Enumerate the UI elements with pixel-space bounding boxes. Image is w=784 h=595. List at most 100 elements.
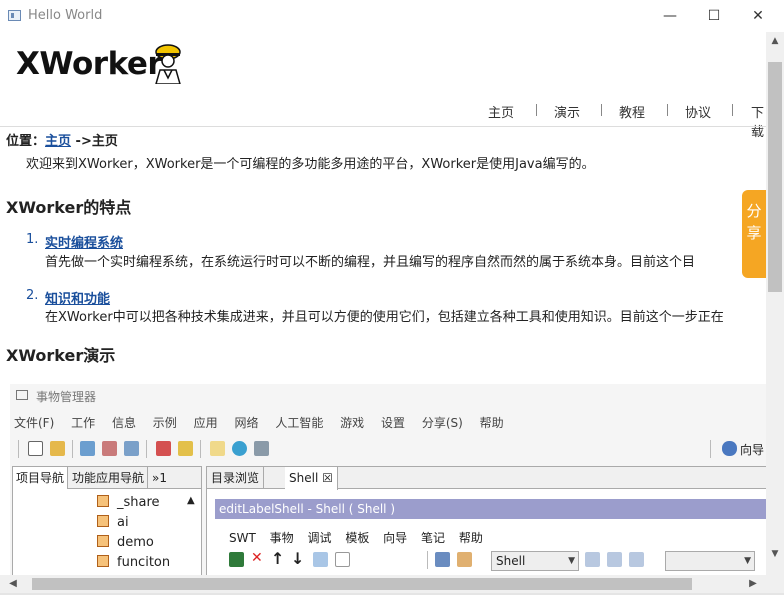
shell-menu-debug[interactable]: 调试: [307, 531, 331, 545]
toolbar-separator: [146, 440, 147, 458]
horizontal-scrollbar[interactable]: ◀ ▶: [0, 575, 766, 593]
intro-text: 欢迎来到XWorker，XWorker是一个可编程的多功能多用途的平台，XWor…: [26, 157, 595, 172]
tab-overflow[interactable]: »1: [149, 467, 170, 489]
nav-demo[interactable]: 演示: [554, 102, 580, 121]
document-icon[interactable]: [335, 552, 350, 567]
top-nav: 主页 演示 教程 协议 下载: [470, 102, 766, 140]
menu-examples[interactable]: 示例: [153, 416, 177, 430]
tool-icon[interactable]: [254, 441, 269, 456]
window-title: Hello World: [28, 8, 103, 23]
component-select-value: Shell: [496, 554, 526, 568]
shell-menu-help[interactable]: 帮助: [459, 531, 483, 545]
tool-icon[interactable]: [607, 552, 622, 567]
tool-icon[interactable]: [313, 552, 328, 567]
scrollbar-corner: [766, 575, 784, 593]
share-button[interactable]: 分享: [742, 190, 766, 278]
tab-function-nav[interactable]: 功能应用导航: [69, 467, 149, 489]
tree-item[interactable]: funciton: [97, 555, 170, 570]
open-folder-icon[interactable]: [50, 441, 65, 456]
nav-separator: [601, 104, 602, 116]
feature-number: 1.: [26, 232, 39, 247]
globe-icon[interactable]: [232, 441, 247, 456]
package-icon: [97, 535, 109, 547]
maximize-button[interactable]: ☐: [694, 4, 734, 28]
menu-apps[interactable]: 应用: [194, 416, 218, 430]
tree-item[interactable]: demo: [97, 535, 154, 550]
menu-ai[interactable]: 人工智能: [275, 416, 323, 430]
shell-menu-notes[interactable]: 笔记: [421, 531, 445, 545]
package-icon: [97, 515, 109, 527]
close-tab-icon[interactable]: ☒: [322, 471, 333, 485]
scroll-left-icon[interactable]: ◀: [4, 575, 22, 593]
shell-menu-wizard[interactable]: 向导: [383, 531, 407, 545]
menu-network[interactable]: 网络: [234, 416, 258, 430]
tool-icon[interactable]: [457, 552, 472, 567]
shell-menu-swt[interactable]: SWT: [229, 531, 256, 545]
menu-settings[interactable]: 设置: [381, 416, 405, 430]
tab-directory-browser[interactable]: 目录浏览: [207, 467, 265, 489]
tool-icon[interactable]: [629, 552, 644, 567]
close-button[interactable]: ✕: [738, 4, 778, 28]
menu-help[interactable]: 帮助: [480, 416, 504, 430]
tree-item-label: funciton: [117, 555, 171, 570]
header-divider: [0, 126, 766, 127]
tab-project-nav[interactable]: 项目导航: [13, 467, 69, 489]
vertical-scrollbar[interactable]: ▲ ▼: [766, 32, 784, 575]
scroll-up-icon[interactable]: ▲: [766, 32, 784, 50]
chevron-down-icon: ▼: [568, 556, 575, 566]
features-heading: XWorker的特点: [6, 198, 132, 217]
title-bar: Hello World — ☐ ✕: [0, 0, 784, 32]
secondary-select[interactable]: ▼: [665, 551, 755, 571]
wizard-button[interactable]: 向导: [740, 441, 764, 458]
shell-menu-bar: SWT 事物 调试 模板 向导 笔记 帮助: [229, 529, 493, 546]
scroll-right-icon[interactable]: ▶: [744, 575, 762, 593]
nav-home[interactable]: 主页: [488, 102, 514, 121]
move-down-icon[interactable]: ↓: [291, 549, 304, 568]
tree-item[interactable]: _share: [97, 495, 160, 510]
delete-icon[interactable]: ✕: [251, 550, 263, 566]
component-select[interactable]: Shell ▼: [491, 551, 579, 571]
move-up-icon[interactable]: ↑: [271, 549, 284, 568]
minimize-button[interactable]: —: [650, 4, 690, 28]
tab-shell[interactable]: Shell ☒: [285, 467, 338, 490]
horizontal-scroll-thumb[interactable]: [32, 578, 692, 590]
tree-item-label: _share: [117, 495, 160, 510]
menu-file[interactable]: 文件(F): [14, 416, 54, 430]
toolbar-separator: [427, 551, 428, 569]
new-file-icon[interactable]: [28, 441, 43, 456]
tool-icon[interactable]: [156, 441, 171, 456]
tool-icon[interactable]: [585, 552, 600, 567]
left-tabs: 项目导航 功能应用导航 »1: [13, 467, 201, 489]
tool-icon[interactable]: [178, 441, 193, 456]
scroll-down-icon[interactable]: ▼: [766, 545, 784, 563]
nav-separator: [536, 104, 537, 116]
feature-title-link[interactable]: 知识和功能: [45, 288, 110, 307]
nav-separator: [732, 104, 733, 116]
nav-tutorial[interactable]: 教程: [619, 102, 645, 121]
tool-icon[interactable]: [210, 441, 225, 456]
vertical-scroll-thumb[interactable]: [768, 62, 782, 292]
nav-download[interactable]: 下载: [751, 102, 766, 140]
shell-menu-template[interactable]: 模板: [345, 531, 369, 545]
feature-description: 在XWorker中可以把各种技术集成进来，并且可以方便的使用它们，包括建立各种工…: [45, 310, 724, 325]
feature-title-link[interactable]: 实时编程系统: [45, 232, 123, 251]
shell-menu-thing[interactable]: 事物: [270, 531, 294, 545]
menu-info[interactable]: 信息: [112, 416, 136, 430]
collapse-arrow-icon[interactable]: ▲: [187, 495, 195, 506]
shell-toolbar: ✕ ↑ ↓ Shell ▼ ▼: [227, 549, 766, 571]
nav-license[interactable]: 协议: [685, 102, 711, 121]
tree-item[interactable]: ai: [97, 515, 129, 530]
breadcrumb-home-link[interactable]: 主页: [45, 134, 71, 149]
breadcrumb-prefix: 位置：: [6, 134, 46, 149]
app-toolbar: 向导: [16, 438, 766, 460]
menu-work[interactable]: 工作: [71, 416, 95, 430]
menu-share[interactable]: 分享(S): [422, 416, 463, 430]
tool-icon[interactable]: [435, 552, 450, 567]
tool-icon[interactable]: [102, 441, 117, 456]
tool-icon[interactable]: [124, 441, 139, 456]
tree-item-label: ai: [117, 515, 129, 530]
tool-icon[interactable]: [80, 441, 95, 456]
menu-games[interactable]: 游戏: [340, 416, 364, 430]
save-icon[interactable]: [229, 552, 244, 567]
package-icon: [97, 495, 109, 507]
